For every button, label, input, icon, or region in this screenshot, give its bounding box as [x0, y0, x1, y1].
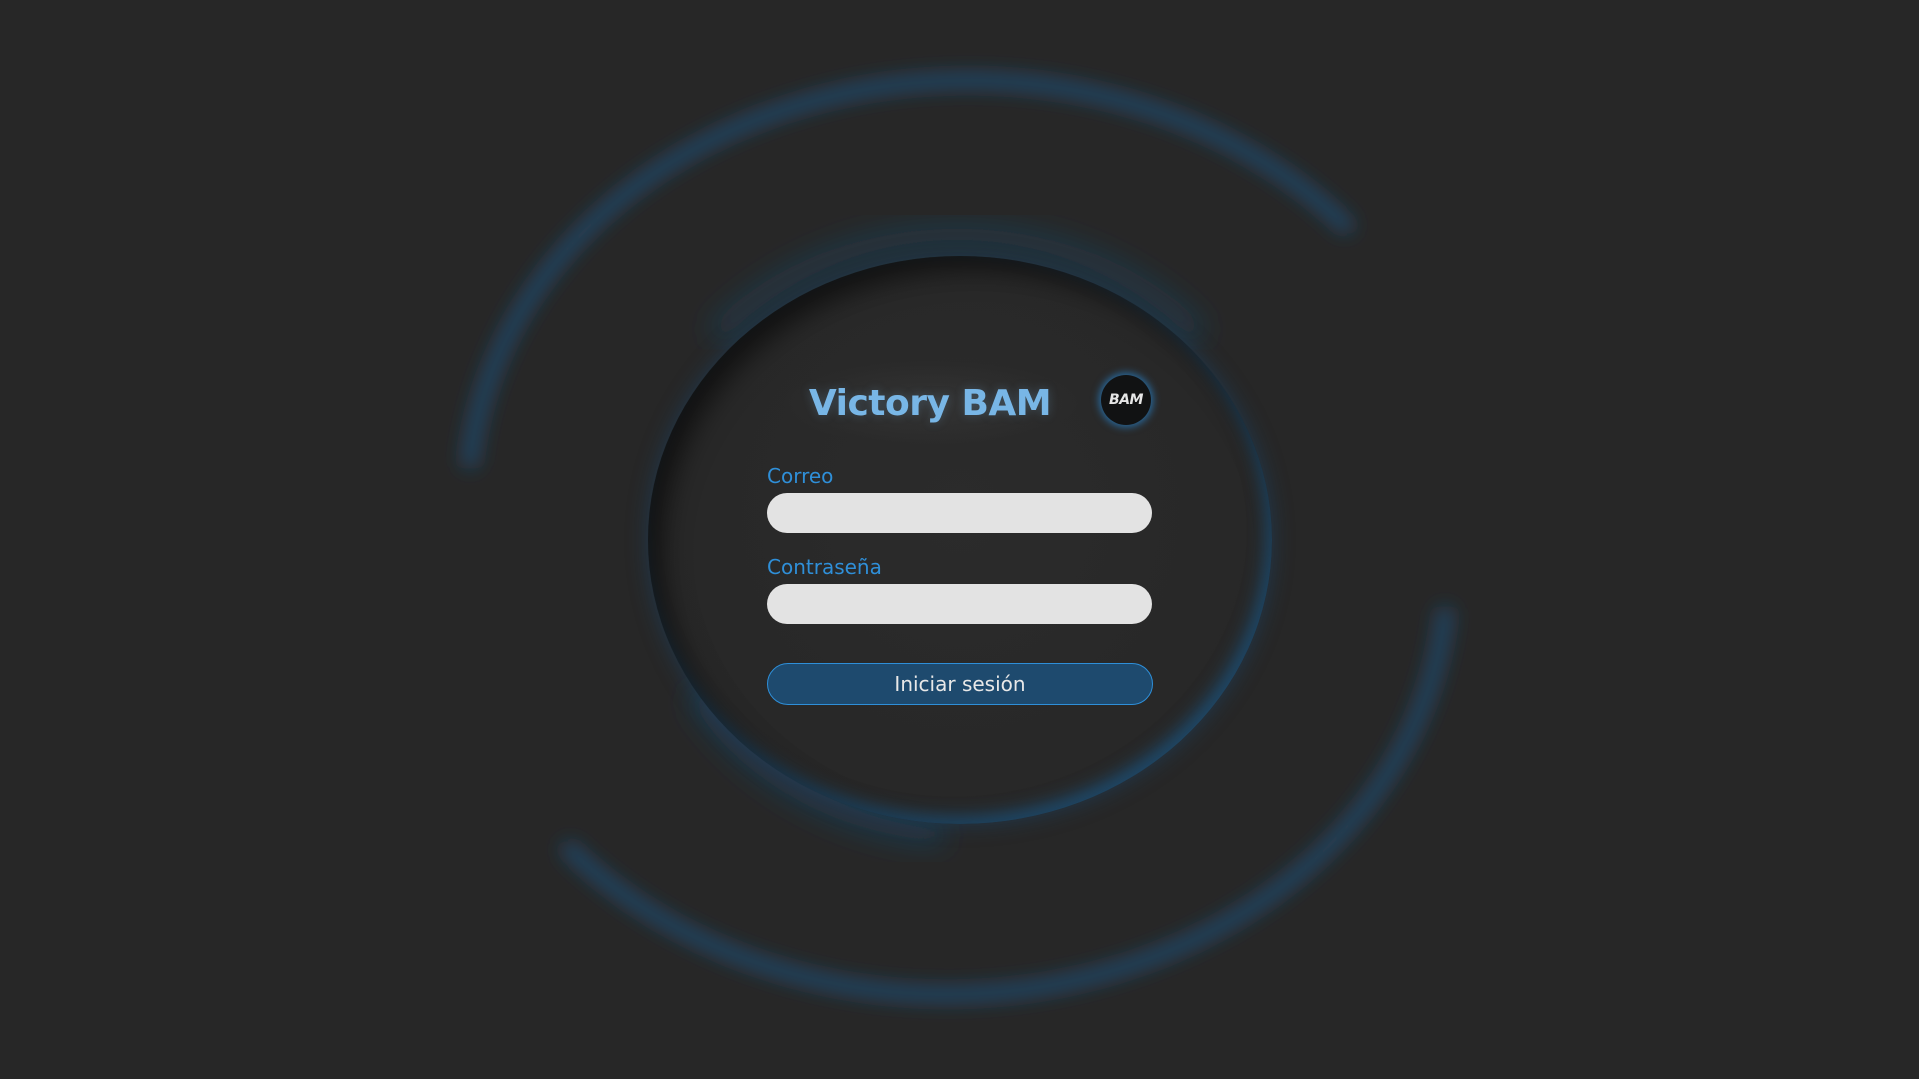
password-label: Contraseña [767, 555, 882, 579]
login-button[interactable]: Iniciar sesión [767, 663, 1153, 705]
email-label: Correo [767, 464, 834, 488]
login-card [648, 256, 1272, 824]
title-container: Victory BAM [780, 360, 1080, 446]
app-title: Victory BAM [808, 382, 1052, 424]
login-screen: Victory BAM BAM Correo Contraseña Inicia… [0, 0, 1919, 1079]
logo-text: BAM [1109, 392, 1143, 408]
password-field[interactable] [767, 584, 1152, 624]
email-field[interactable] [767, 493, 1152, 533]
bam-logo-icon: BAM [1101, 375, 1151, 425]
